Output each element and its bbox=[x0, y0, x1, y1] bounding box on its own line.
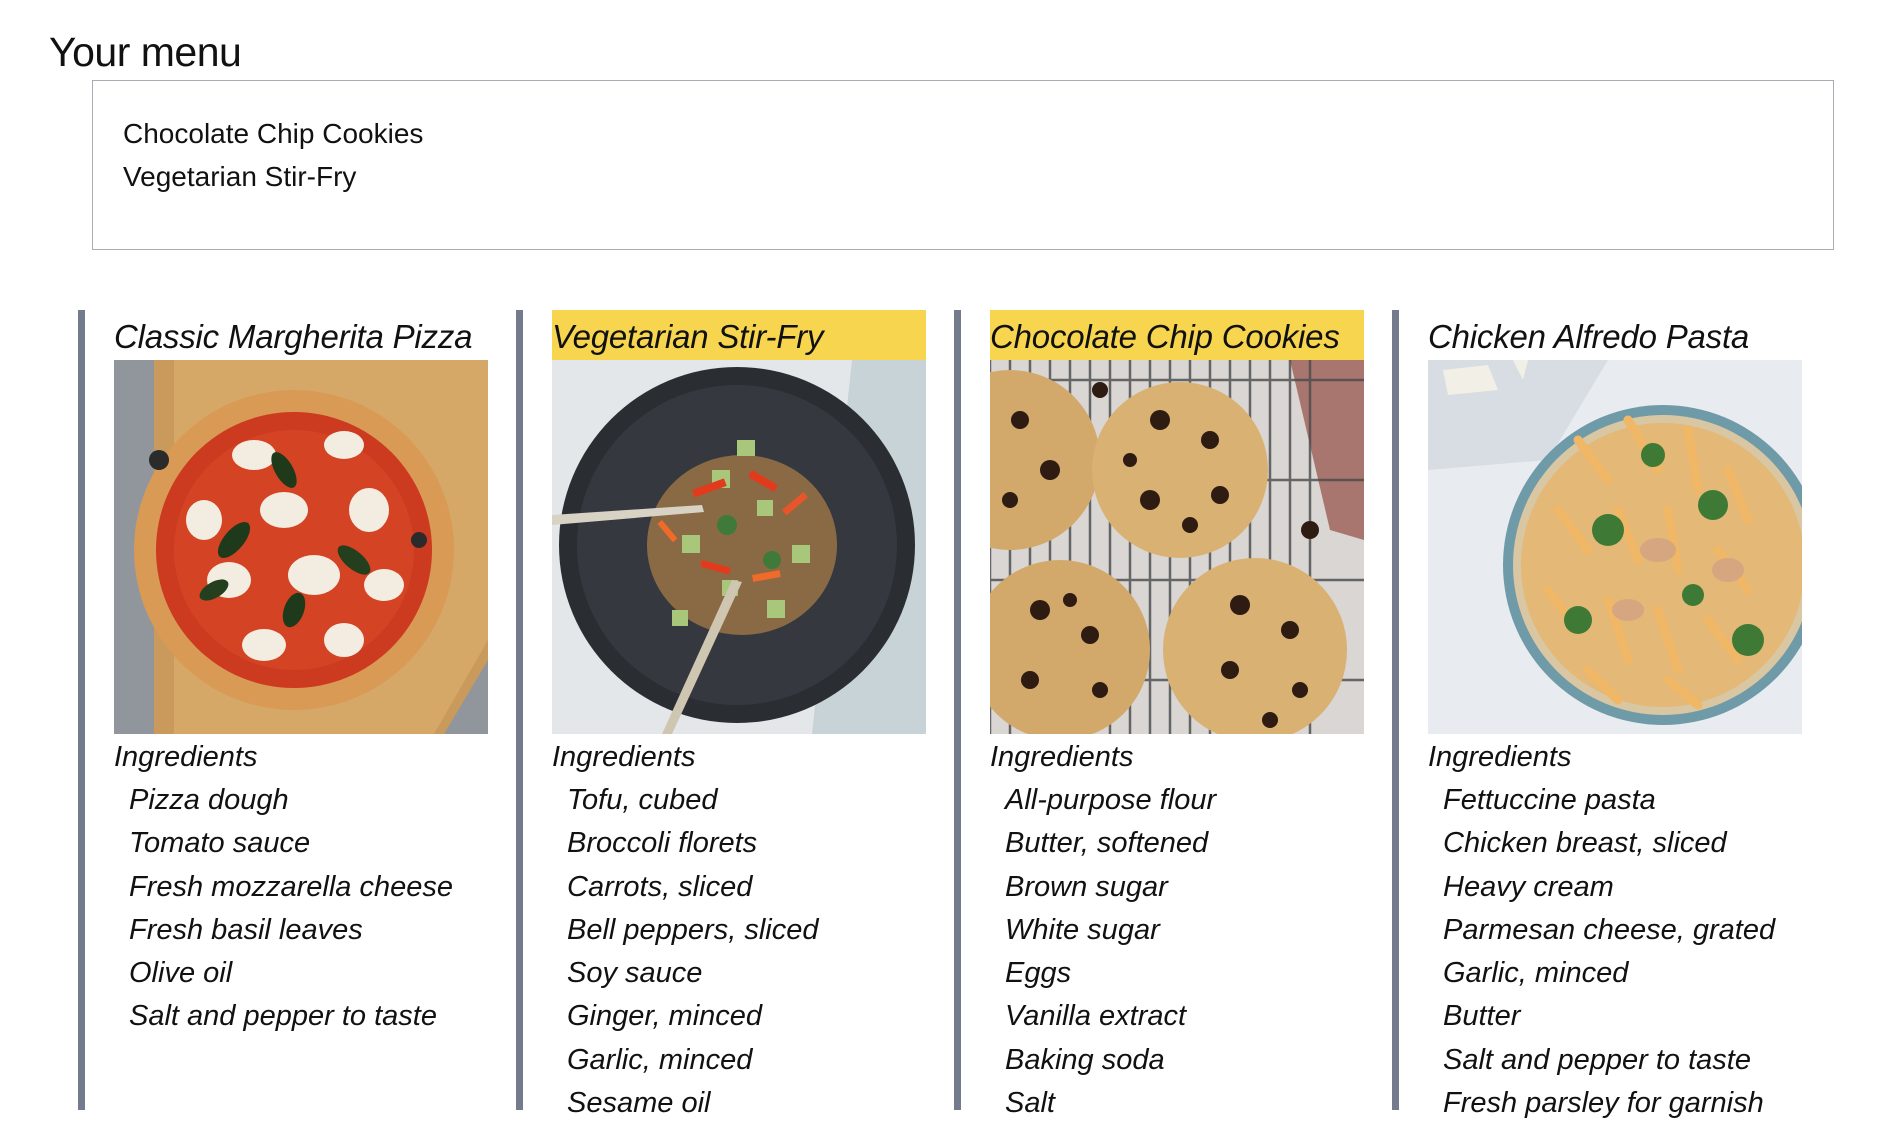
pizza-photo bbox=[114, 360, 488, 734]
ingredients-list: Fettuccine pasta Chicken breast, sliced … bbox=[1428, 779, 1812, 1125]
ingredient-item: Butter, softened bbox=[1005, 827, 1209, 860]
menu-item[interactable]: Vegetarian Stir-Fry bbox=[123, 155, 1803, 198]
ingredient-item: Fresh parsley for garnish bbox=[1443, 1087, 1764, 1120]
ingredient-item: Carrots, sliced bbox=[567, 870, 753, 903]
ingredient-item: Fresh basil leaves bbox=[129, 913, 363, 946]
recipe-card-vegetarian-stir-fry[interactable]: Vegetarian Stir-Fry Ingredients Tofu, cu… bbox=[516, 310, 936, 1119]
ingredient-item: Fresh mozzarella cheese bbox=[129, 870, 453, 903]
ingredients-list: All-purpose flour Butter, softened Brown… bbox=[990, 779, 1374, 1125]
menu-list: Chocolate Chip Cookies Vegetarian Stir-F… bbox=[92, 80, 1834, 250]
ingredient-item: Parmesan cheese, grated bbox=[1443, 913, 1776, 946]
ingredients-list: Tofu, cubed Broccoli florets Carrots, sl… bbox=[552, 779, 936, 1125]
ingredient-item: Tofu, cubed bbox=[567, 784, 718, 816]
ingredients-heading: Ingredients bbox=[114, 741, 258, 773]
ingredient-item: Salt and pepper to taste bbox=[129, 1000, 437, 1033]
recipe-title[interactable]: Chicken Alfredo Pasta bbox=[1428, 310, 1802, 360]
ingredient-item: White sugar bbox=[1005, 913, 1160, 946]
ingredient-item: Broccoli florets bbox=[567, 827, 758, 860]
ingredient-item: Soy sauce bbox=[567, 957, 703, 990]
recipe-card-chocolate-chip-cookies[interactable]: Chocolate Chip Cookies Ingredients All-p… bbox=[954, 310, 1374, 1119]
ingredients-heading: Ingredients bbox=[990, 741, 1134, 773]
ingredient-item: Sesame oil bbox=[567, 1087, 711, 1120]
ingredient-item: Butter bbox=[1443, 1000, 1521, 1033]
ingredient-item: Salt bbox=[1005, 1087, 1055, 1120]
ingredient-item: All-purpose flour bbox=[1005, 784, 1217, 816]
recipe-title[interactable]: Vegetarian Stir-Fry bbox=[552, 310, 926, 360]
ingredient-item: Olive oil bbox=[129, 957, 233, 990]
recipe-cards: Classic Margherita Pizza Ingredients Piz… bbox=[78, 310, 1868, 1119]
ingredient-item: Vanilla extract bbox=[1005, 1000, 1187, 1033]
ingredient-item: Eggs bbox=[1005, 957, 1072, 990]
ingredient-item: Pizza dough bbox=[129, 784, 289, 816]
menu-item[interactable]: Chocolate Chip Cookies bbox=[123, 112, 1803, 155]
ingredient-item: Tomato sauce bbox=[129, 827, 311, 860]
ingredient-item: Bell peppers, sliced bbox=[567, 913, 819, 946]
recipe-card-chicken-alfredo-pasta[interactable]: Chicken Alfredo Pasta Ingredients Fettuc… bbox=[1392, 310, 1812, 1119]
ingredients-list: Pizza dough Tomato sauce Fresh mozzarell… bbox=[114, 779, 498, 1039]
stir-fry-photo bbox=[552, 360, 926, 734]
ingredient-item: Salt and pepper to taste bbox=[1443, 1043, 1751, 1076]
ingredient-item: Ginger, minced bbox=[567, 1000, 763, 1033]
ingredient-item: Chicken breast, sliced bbox=[1443, 827, 1727, 860]
recipe-title[interactable]: Chocolate Chip Cookies bbox=[990, 310, 1364, 360]
ingredient-item: Brown sugar bbox=[1005, 870, 1168, 903]
recipe-title[interactable]: Classic Margherita Pizza bbox=[114, 310, 488, 360]
ingredients-heading: Ingredients bbox=[1428, 741, 1572, 773]
cookies-photo bbox=[990, 360, 1364, 734]
ingredient-item: Garlic, minced bbox=[567, 1043, 753, 1076]
ingredient-item: Fettuccine pasta bbox=[1443, 784, 1656, 816]
pasta-photo bbox=[1428, 360, 1802, 734]
recipe-card-margherita-pizza[interactable]: Classic Margherita Pizza Ingredients Piz… bbox=[78, 310, 498, 1110]
ingredient-item: Heavy cream bbox=[1443, 870, 1614, 903]
ingredients-heading: Ingredients bbox=[552, 741, 696, 773]
ingredient-item: Baking soda bbox=[1005, 1043, 1165, 1076]
page-title: Your menu bbox=[49, 29, 242, 75]
ingredient-item: Garlic, minced bbox=[1443, 957, 1629, 990]
